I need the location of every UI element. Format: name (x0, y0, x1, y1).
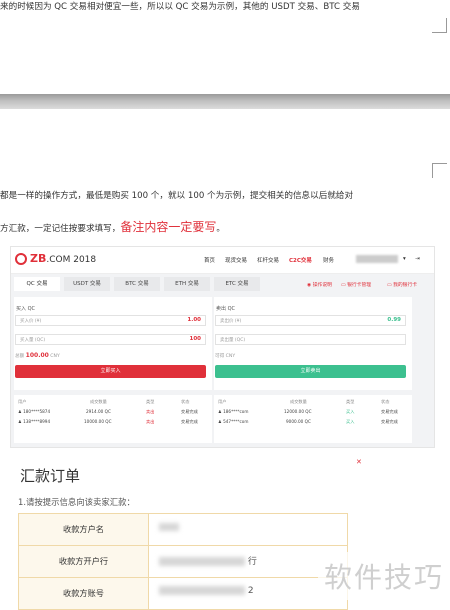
tab-qc[interactable]: QC 交易 (14, 277, 60, 291)
col-user: 用户 (18, 399, 27, 404)
sell-panel: 卖出 QC 卖出价 (¥) 0.99 卖出量 (QC) 可得 CNY 立即卖出 (214, 297, 412, 390)
cell-status: 交易完成 (181, 419, 198, 424)
bank-manage-link[interactable]: ▭ 银行卡管理 (341, 281, 371, 288)
document-line-3: 方汇款，一定记住按要求填写，备注内容一定要写。 (0, 218, 225, 235)
payee-bank-label: 收款方开户行 (19, 546, 149, 577)
document-line-2: 都是一样的操作方式，最低是购买 100 个，就以 100 个为示例，提交相关的信… (0, 191, 354, 201)
my-bank-link[interactable]: ▭ 我的银行卡 (387, 281, 417, 288)
sell-price-label: 卖出价 (¥) (220, 319, 242, 324)
nav-margin[interactable]: 杠杆交易 (257, 256, 279, 264)
username-blurred[interactable] (356, 255, 398, 263)
cell-status: 交易完成 (381, 419, 398, 424)
close-icon[interactable]: ✕ (356, 458, 364, 466)
cell-type: 买入 (346, 409, 355, 414)
cell-amount: 12000.00 QC (284, 409, 312, 414)
cell-type: 买入 (346, 419, 355, 424)
buy-amount-value: 100 (189, 336, 201, 342)
table-row: ♟ 180****5874 (18, 409, 51, 414)
site-logo: ZB.COM 2018 (30, 252, 97, 265)
remittance-table: 收款方户名 收款方开户行 行 收款方账号 2 (18, 513, 348, 610)
payee-name-value (159, 522, 179, 532)
tab-eth[interactable]: ETH 交易 (164, 277, 210, 291)
cell-amount: 9000.00 QC (286, 419, 311, 424)
col-user: 用户 (218, 399, 227, 404)
buy-panel-title: 买入 QC (16, 306, 36, 312)
buy-price-value: 1.00 (187, 317, 201, 323)
buy-orders-table: 用户 成交数量 类型 状态 ♟ 180****5874 2914.00 QC 卖… (14, 395, 212, 443)
buy-amount-field[interactable]: 买入量 (QC) 100 (15, 334, 206, 345)
site-navbar: ZB.COM 2018 首页 现货交易 杠杆交易 C2C交易 财务 ▾ ⇥ (11, 247, 434, 274)
col-type: 类型 (146, 399, 155, 404)
line-3-suffix: 。 (216, 224, 225, 234)
buy-price-field[interactable]: 买入价 (¥) 1.00 (15, 315, 206, 326)
cell-type: 卖出 (146, 419, 155, 424)
nav-spot[interactable]: 现货交易 (225, 256, 247, 264)
table-row: 收款方开户行 行 (19, 546, 347, 578)
cell-amount: 10000.00 QC (84, 419, 112, 424)
table-row: 收款方账号 2 (19, 578, 347, 609)
remittance-title: 汇款订单 (20, 467, 81, 485)
sell-amount-field[interactable]: 卖出量 (QC) (215, 334, 406, 345)
sell-orders-table: 用户 成交数量 类型 状态 ♟ 186****com 12000.00 QC 买… (214, 395, 412, 443)
table-row: 收款方户名 (19, 514, 347, 546)
tab-btc[interactable]: BTC 交易 (114, 277, 160, 291)
cell-status: 交易完成 (181, 409, 198, 414)
sell-total: 可得 CNY (215, 354, 236, 359)
nav-home[interactable]: 首页 (204, 256, 215, 264)
embedded-screenshot: ZB.COM 2018 首页 现货交易 杠杆交易 C2C交易 财务 ▾ ⇥ QC… (10, 246, 435, 448)
buy-now-button[interactable]: 立即买入 (15, 365, 206, 378)
cell-amount: 2914.00 QC (86, 409, 111, 414)
payee-name-label: 收款方户名 (19, 514, 149, 545)
col-type: 类型 (346, 399, 355, 404)
sell-panel-title: 卖出 QC (216, 306, 236, 312)
nav-c2c[interactable]: C2C交易 (289, 256, 312, 264)
sell-amount-label: 卖出量 (QC) (220, 338, 246, 343)
page-separator (0, 94, 450, 109)
help-link[interactable]: ◉ 操作说明 (307, 281, 332, 288)
table-row: ♟ 186****com (218, 409, 249, 414)
col-amount: 成交数量 (90, 399, 107, 404)
buy-total: 总额 100.00 CNY (15, 352, 60, 359)
col-amount: 成交数量 (290, 399, 307, 404)
col-status: 状态 (181, 399, 190, 404)
table-row: ♟ 138****8994 (18, 419, 51, 424)
col-status: 状态 (381, 399, 390, 404)
payee-bank-value: 行 (159, 554, 257, 567)
highlight-text: 备注内容一定要写 (120, 220, 217, 234)
tab-usdt[interactable]: USDT 交易 (64, 277, 110, 291)
logo-icon (15, 253, 27, 265)
payee-account-label: 收款方账号 (19, 578, 149, 609)
cell-status: 交易完成 (381, 409, 398, 414)
line-3-text: 方汇款，一定记住按要求填写， (0, 224, 121, 234)
site-watermark: 软件技巧 (318, 552, 450, 600)
sell-price-value: 0.99 (387, 317, 401, 323)
payee-account-value: 2 (159, 586, 254, 596)
sell-price-field[interactable]: 卖出价 (¥) 0.99 (215, 315, 406, 326)
document-line-1: 来的时候因为 QC 交易相对便宜一些，所以以 QC 交易为示例，其他的 USDT… (0, 2, 360, 12)
page-corner-mark (432, 163, 447, 178)
buy-amount-label: 买入量 (QC) (20, 338, 46, 343)
buy-panel: 买入 QC 买入价 (¥) 1.00 买入量 (QC) 100 总额 100.0… (14, 297, 212, 390)
chevron-down-icon[interactable]: ▾ (403, 256, 406, 262)
logout-icon[interactable]: ⇥ (415, 256, 420, 262)
buy-price-label: 买入价 (¥) (20, 319, 42, 324)
sell-now-button[interactable]: 立即卖出 (215, 365, 406, 378)
nav-finance[interactable]: 财务 (323, 256, 334, 264)
tab-etc[interactable]: ETC 交易 (214, 277, 260, 291)
page-corner-mark (432, 18, 447, 33)
cell-type: 卖出 (146, 409, 155, 414)
table-row: ♟ 547****com (218, 419, 249, 424)
remittance-subtitle: 1.请按提示信息向该卖家汇款： (18, 497, 135, 507)
